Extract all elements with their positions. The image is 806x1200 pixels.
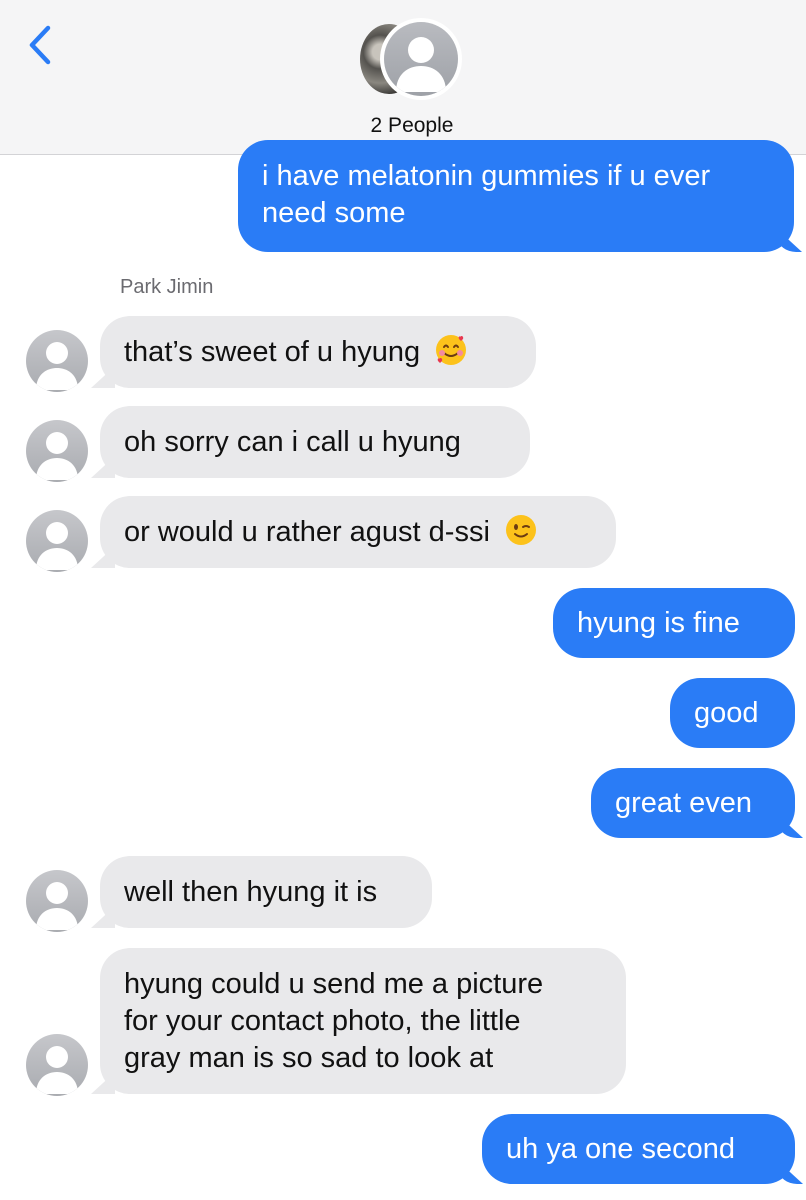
messages-screen: 2 People i have melatonin gummies if u e…: [0, 0, 806, 1200]
message-text: or would u rather agust d-ssi: [124, 516, 490, 548]
incoming-message[interactable]: hyung could u send me a picture for your…: [100, 948, 626, 1094]
person-silhouette-icon: [36, 882, 78, 930]
member-default-avatar: [380, 18, 462, 100]
outgoing-message[interactable]: good: [670, 678, 795, 748]
person-silhouette-icon: [36, 432, 78, 480]
message-text: well then hyung it is: [124, 876, 378, 908]
message-line: hyung could u send me a picture: [124, 968, 544, 1000]
outgoing-message[interactable]: great even: [591, 768, 795, 838]
contact-avatar[interactable]: [26, 510, 88, 572]
message-line: i have melatonin gummies if u ever: [262, 160, 711, 192]
incoming-message[interactable]: that’s sweet of u hyung: [100, 316, 536, 388]
person-silhouette-icon: [36, 1046, 78, 1094]
message-text: great even: [615, 787, 753, 819]
group-member-count[interactable]: 2 People: [0, 114, 806, 138]
message-line: need some: [262, 197, 406, 229]
sender-name: Park Jimin: [120, 276, 214, 298]
contact-avatar[interactable]: [26, 420, 88, 482]
person-silhouette-icon: [36, 342, 78, 390]
message-text: good: [694, 697, 759, 729]
outgoing-message[interactable]: i have melatonin gummies if u ever need …: [238, 140, 794, 252]
incoming-message[interactable]: well then hyung it is: [100, 856, 432, 928]
person-silhouette-icon: [396, 37, 446, 92]
message-line: for your contact photo, the little: [124, 1005, 521, 1037]
back-button[interactable]: [22, 20, 62, 70]
contact-avatar[interactable]: [26, 330, 88, 392]
smiling-face-with-hearts-emoji: [436, 335, 467, 365]
message-text: that’s sweet of u hyung: [124, 336, 421, 368]
winking-face-emoji: [505, 515, 536, 545]
outgoing-message[interactable]: hyung is fine: [553, 588, 795, 658]
incoming-message[interactable]: or would u rather agust d-ssi: [100, 496, 616, 568]
group-avatar[interactable]: [358, 18, 468, 104]
person-silhouette-icon: [36, 522, 78, 570]
message-text: oh sorry can i call u hyung: [124, 426, 461, 458]
contact-avatar[interactable]: [26, 1034, 88, 1096]
conversation-header: 2 People: [0, 0, 806, 155]
contact-avatar[interactable]: [26, 870, 88, 932]
incoming-message[interactable]: oh sorry can i call u hyung: [100, 406, 530, 478]
outgoing-message[interactable]: uh ya one second: [482, 1114, 795, 1184]
chevron-left-icon: [29, 25, 51, 65]
message-line: gray man is so sad to look at: [124, 1042, 494, 1074]
message-text: hyung is fine: [577, 607, 740, 639]
message-text: uh ya one second: [506, 1133, 735, 1165]
